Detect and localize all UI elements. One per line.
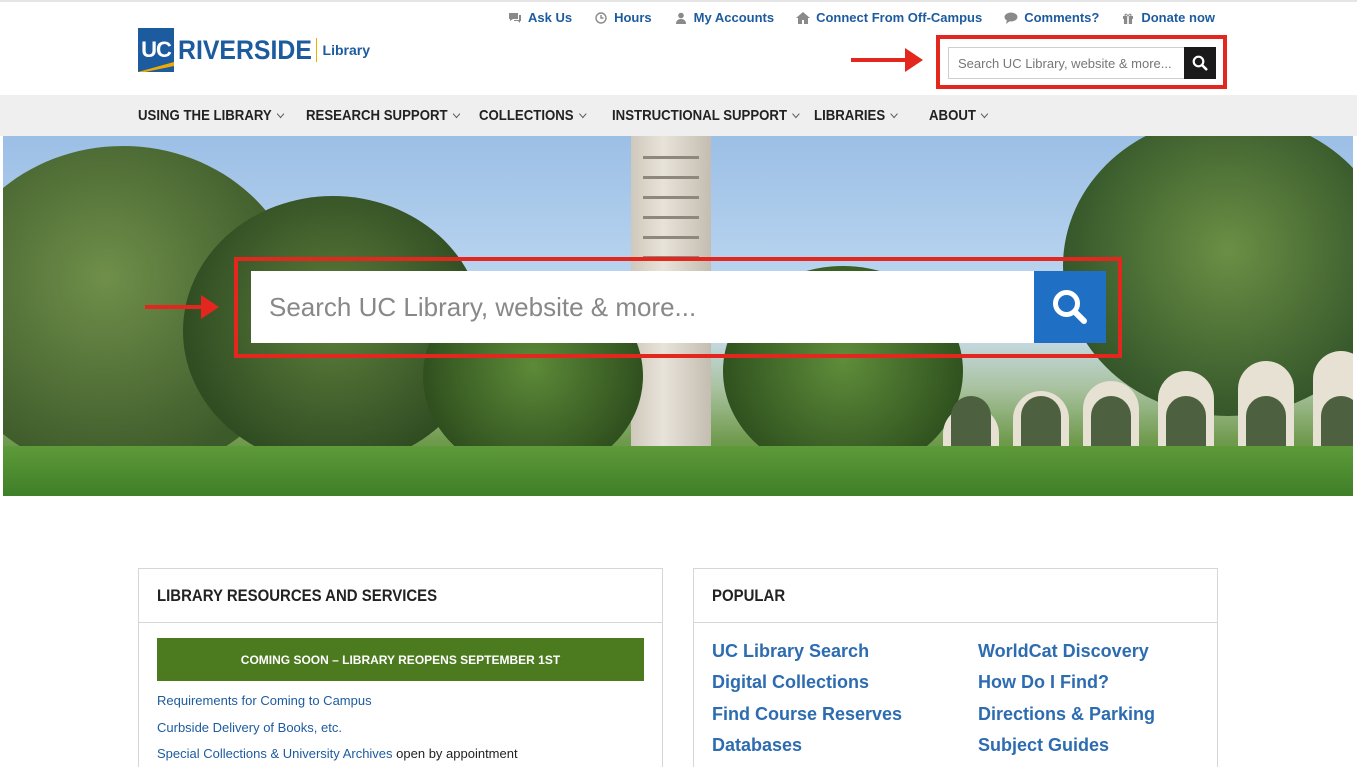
link-requirements-campus[interactable]: Requirements for Coming to Campus [157,693,372,708]
logo-divider [315,38,317,62]
logo-library-text: Library [322,42,371,58]
special-collections-row: Special Collections & University Archive… [157,746,518,761]
util-link-comments[interactable]: Comments? [1004,10,1099,25]
popular-link-worldcat[interactable]: WorldCat Discovery [978,641,1149,662]
chevron-down-icon [980,109,989,118]
main-nav: USING THE LIBRARY RESEARCH SUPPORT COLLE… [0,95,1357,136]
hero-search-bar [251,271,1106,343]
util-link-label: Connect From Off-Campus [816,10,983,25]
nav-label: COLLECTIONS [479,107,574,124]
resources-panel-header: LIBRARY RESOURCES AND SERVICES [139,569,662,623]
nav-label: ABOUT [929,107,976,124]
chevron-down-icon [452,109,461,118]
ucr-library-logo[interactable]: UC RIVERSIDE Library [138,28,370,72]
top-search-input[interactable] [949,48,1184,78]
link-label: Curbside Delivery of Books, etc. [157,720,342,735]
chevron-down-icon [276,109,285,118]
top-search-button[interactable] [1184,47,1216,79]
gift-icon [1123,13,1134,24]
annotation-arrow-top [851,48,923,72]
popular-panel-header: POPULAR [694,569,1217,623]
special-collections-note: open by appointment [392,746,518,761]
popular-link-course-reserves[interactable]: Find Course Reserves [712,704,902,725]
nav-research-support[interactable]: RESEARCH SUPPORT [306,107,461,124]
util-link-label: Hours [614,10,652,25]
reopening-banner[interactable]: COMING SOON – LIBRARY REOPENS SEPTEMBER … [157,638,644,681]
nav-instructional-support[interactable]: INSTRUCTIONAL SUPPORT [612,107,800,124]
link-curbside-delivery[interactable]: Curbside Delivery of Books, etc. [157,720,342,735]
annotation-arrow-hero [145,295,219,319]
chevron-down-icon [890,109,898,118]
nav-libraries[interactable]: LIBRARIES [814,107,898,124]
nav-about[interactable]: ABOUT [929,107,989,124]
hero-search-input[interactable] [251,271,1034,343]
nav-label: RESEARCH SUPPORT [306,107,448,124]
util-link-ask-us[interactable]: Ask Us [508,10,572,25]
resources-panel: LIBRARY RESOURCES AND SERVICES COMING SO… [138,568,663,767]
util-link-hours[interactable]: Hours [594,10,652,25]
search-icon [1192,55,1208,71]
util-link-label: Donate now [1141,10,1215,25]
top-search-bar [948,47,1216,79]
nav-label: LIBRARIES [814,107,886,124]
util-link-donate[interactable]: Donate now [1121,10,1215,25]
user-icon [675,12,686,24]
popular-link-digital-collections[interactable]: Digital Collections [712,672,869,693]
chevron-down-icon [578,109,587,118]
popular-panel-title: POPULAR [712,585,786,605]
uc-logo-mark: UC [138,28,174,72]
reopening-banner-text: COMING SOON – LIBRARY REOPENS SEPTEMBER … [240,652,561,667]
home-icon [796,11,811,24]
popular-link-databases[interactable]: Databases [712,735,802,756]
nav-label: INSTRUCTIONAL SUPPORT [612,107,788,124]
top-border [0,0,1357,2]
nav-label: USING THE LIBRARY [138,107,272,124]
popular-link-how-do-i-find[interactable]: How Do I Find? [978,672,1109,693]
clock-icon [595,11,607,24]
chat-icon [509,12,522,23]
utility-nav: Ask Us Hours My Accounts Connect From Of… [508,10,1215,25]
logo-riverside-text: RIVERSIDE [178,34,312,65]
popular-link-uc-library-search[interactable]: UC Library Search [712,641,869,662]
chevron-down-icon [792,109,800,118]
util-link-my-accounts[interactable]: My Accounts [674,10,774,25]
comment-icon [1004,12,1018,24]
lawn [3,446,1353,496]
resources-panel-title: LIBRARY RESOURCES AND SERVICES [157,585,438,605]
search-icon [1053,290,1087,324]
util-link-label: Comments? [1024,10,1100,25]
util-link-label: Ask Us [528,10,573,25]
nav-using-the-library[interactable]: USING THE LIBRARY [138,107,285,124]
nav-collections[interactable]: COLLECTIONS [479,107,587,124]
link-special-collections[interactable]: Special Collections & University Archive… [157,746,393,761]
popular-panel: POPULAR UC Library Search Digital Collec… [693,568,1218,767]
hero-search-button[interactable] [1034,271,1106,343]
logo-uc-text: UC [141,37,172,62]
util-link-label: My Accounts [693,10,775,25]
popular-link-subject-guides[interactable]: Subject Guides [978,735,1109,756]
link-label: Requirements for Coming to Campus [157,693,372,708]
popular-link-directions-parking[interactable]: Directions & Parking [978,704,1155,725]
util-link-off-campus[interactable]: Connect From Off-Campus [796,10,982,25]
